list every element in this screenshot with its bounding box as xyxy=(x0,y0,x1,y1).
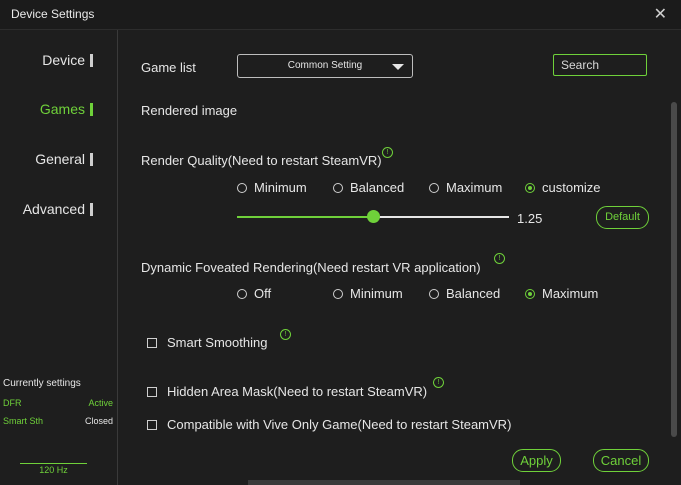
indicator-bar xyxy=(90,102,93,116)
radio-label: Balanced xyxy=(446,286,501,301)
sidebar-item-label: Advanced xyxy=(22,201,85,217)
rendered-image-heading: Rendered image xyxy=(141,103,238,118)
apply-button[interactable]: Apply xyxy=(512,449,561,472)
sidebar-item-games[interactable]: Games xyxy=(40,101,93,117)
radio-label: Balanced xyxy=(350,180,405,195)
dfr-option-off[interactable]: Off xyxy=(237,286,271,301)
hidden-area-mask-checkbox[interactable]: Hidden Area Mask(Need to restart SteamVR… xyxy=(147,384,427,399)
radio-circle xyxy=(237,182,247,193)
vertical-scrollbar[interactable] xyxy=(671,102,677,437)
refresh-rate: 120 Hz xyxy=(20,463,87,475)
radio-circle xyxy=(237,288,247,299)
indicator-bar xyxy=(90,53,93,67)
indicator-bar xyxy=(90,202,93,216)
sidebar: Device Games General Advanced Currently … xyxy=(0,30,118,485)
radio-circle xyxy=(333,288,343,299)
setting-key: DFR xyxy=(3,398,22,408)
sidebar-item-advanced[interactable]: Advanced xyxy=(23,201,93,217)
current-setting-row: Smart Sth Closed xyxy=(3,416,113,428)
window-title: Device Settings xyxy=(11,7,95,21)
sidebar-item-label: General xyxy=(35,151,85,167)
vive-only-game-checkbox[interactable]: Compatible with Vive Only Game(Need to r… xyxy=(147,417,511,432)
indicator-bar xyxy=(90,152,93,166)
radio-circle xyxy=(525,182,535,193)
sidebar-item-label: Device xyxy=(42,52,85,68)
default-button[interactable]: Default xyxy=(596,206,649,229)
dfr-label: Dynamic Foveated Rendering(Need restart … xyxy=(141,260,481,275)
dfr-option-minimum[interactable]: Minimum xyxy=(333,286,403,301)
dfr-option-balanced[interactable]: Balanced xyxy=(429,286,500,301)
search-input[interactable] xyxy=(553,54,647,76)
radio-label: customize xyxy=(542,180,601,195)
cancel-button[interactable]: Cancel xyxy=(593,449,649,472)
info-icon[interactable]: ! xyxy=(433,377,444,388)
background-window-edge xyxy=(248,480,520,485)
radio-circle xyxy=(333,182,343,193)
radio-circle xyxy=(429,182,439,193)
game-list-label: Game list xyxy=(141,60,196,75)
game-list-dropdown[interactable]: Common Setting xyxy=(237,54,413,78)
slider-fill xyxy=(237,216,373,218)
slider-handle[interactable] xyxy=(367,210,380,223)
smart-smoothing-checkbox[interactable]: Smart Smoothing xyxy=(147,335,267,350)
setting-value: Active xyxy=(88,398,113,408)
title-bar: Device Settings ✕ xyxy=(0,0,681,30)
info-icon[interactable]: ! xyxy=(494,253,505,264)
sidebar-item-general[interactable]: General xyxy=(35,151,93,167)
chevron-down-icon xyxy=(392,64,404,70)
radio-circle xyxy=(525,288,535,299)
dropdown-selected: Common Setting xyxy=(287,60,363,71)
render-quality-option-minimum[interactable]: Minimum xyxy=(237,180,307,195)
radio-label: Maximum xyxy=(542,286,599,301)
checkbox-label: Compatible with Vive Only Game(Need to r… xyxy=(167,417,512,432)
setting-value: Closed xyxy=(84,416,113,426)
info-icon[interactable]: ! xyxy=(382,147,393,158)
render-quality-option-customize[interactable]: customize xyxy=(525,180,601,195)
games-settings-content: Game list Common Setting Rendered image … xyxy=(118,30,681,485)
radio-label: Maximum xyxy=(446,180,503,195)
checkbox-box xyxy=(147,386,157,397)
render-quality-slider[interactable] xyxy=(237,210,509,223)
setting-key: Smart Sth xyxy=(3,416,44,426)
sidebar-item-label: Games xyxy=(39,101,85,117)
radio-label: Minimum xyxy=(350,286,403,301)
render-quality-option-maximum[interactable]: Maximum xyxy=(429,180,502,195)
checkbox-box xyxy=(147,337,157,348)
checkbox-label: Smart Smoothing xyxy=(167,335,268,350)
checkbox-label: Hidden Area Mask(Need to restart SteamVR… xyxy=(167,384,428,399)
checkbox-box xyxy=(147,419,157,430)
sidebar-item-device[interactable]: Device xyxy=(42,52,93,68)
render-quality-value: 1.25 xyxy=(517,211,543,226)
current-settings-header: Currently settings xyxy=(3,378,81,389)
current-setting-row: DFR Active xyxy=(3,398,113,410)
dfr-option-maximum[interactable]: Maximum xyxy=(525,286,598,301)
radio-circle xyxy=(429,288,439,299)
radio-label: Minimum xyxy=(254,180,307,195)
render-quality-label: Render Quality(Need to restart SteamVR) xyxy=(141,153,382,168)
info-icon[interactable]: ! xyxy=(280,329,291,340)
radio-label: Off xyxy=(254,286,272,301)
render-quality-option-balanced[interactable]: Balanced xyxy=(333,180,404,195)
close-icon[interactable]: ✕ xyxy=(654,4,667,24)
